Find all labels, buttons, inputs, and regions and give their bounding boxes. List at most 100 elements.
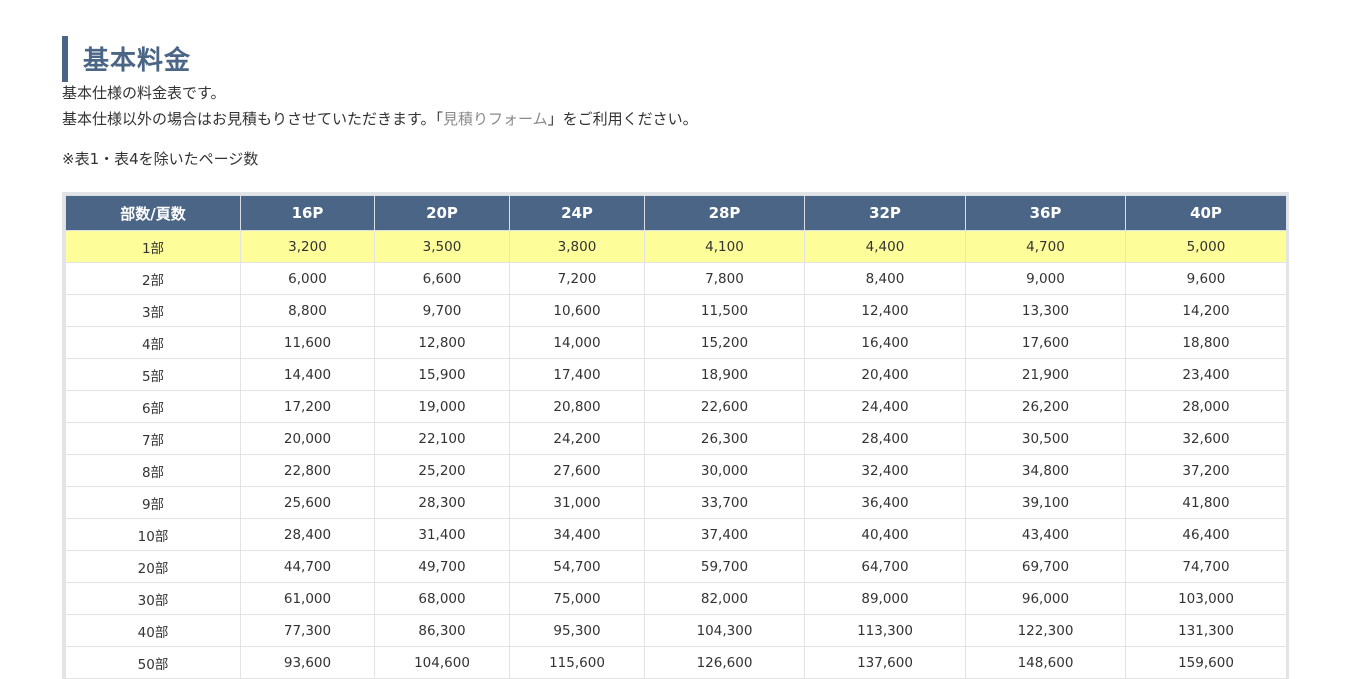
copies-cell: 30部	[65, 582, 241, 615]
price-cell: 37,400	[644, 518, 805, 551]
price-cell: 28,400	[240, 518, 375, 551]
price-cell: 104,600	[374, 646, 510, 679]
table-row: 7部 20,000 22,100 24,200 26,300 28,400 30,500 32…	[65, 422, 1287, 455]
price-cell: 24,400	[804, 390, 966, 423]
price-cell: 39,100	[965, 486, 1126, 519]
price-cell: 12,400	[804, 294, 966, 327]
price-cell: 22,600	[644, 390, 805, 423]
price-table-container: 部数/頁数 16P 20P 24P 28P 32P 36P 40P 1部 3,200 3,500 3…	[62, 192, 1289, 679]
estimate-form-link[interactable]: 見積りフォーム	[443, 110, 548, 128]
price-cell: 17,400	[509, 358, 645, 391]
price-cell: 69,700	[965, 550, 1126, 583]
price-cell: 15,900	[374, 358, 510, 391]
copies-cell: 2部	[65, 262, 241, 295]
copies-cell: 10部	[65, 518, 241, 551]
table-row: 3部 8,800 9,700 10,600 11,500 12,400 13,300 14,2…	[65, 294, 1287, 327]
price-cell: 34,800	[965, 454, 1126, 487]
table-row: 30部 61,000 68,000 75,000 82,000 89,000 96,000 1…	[65, 582, 1287, 615]
header-pages: 36P	[965, 195, 1126, 231]
price-cell: 9,000	[965, 262, 1126, 295]
intro-line-1: 基本仕様の料金表です。	[62, 84, 226, 102]
price-cell: 23,400	[1125, 358, 1287, 391]
price-cell: 6,600	[374, 262, 510, 295]
price-cell: 16,400	[804, 326, 966, 359]
price-cell: 40,400	[804, 518, 966, 551]
price-cell: 104,300	[644, 614, 805, 647]
price-cell: 9,700	[374, 294, 510, 327]
page-title: 基本料金	[62, 35, 191, 82]
copies-cell: 8部	[65, 454, 241, 487]
price-cell: 64,700	[804, 550, 966, 583]
price-cell: 18,800	[1125, 326, 1287, 359]
price-cell: 49,700	[374, 550, 510, 583]
price-cell: 13,300	[965, 294, 1126, 327]
header-pages: 16P	[240, 195, 375, 231]
price-cell: 89,000	[804, 582, 966, 615]
price-cell: 26,300	[644, 422, 805, 455]
price-cell: 31,000	[509, 486, 645, 519]
price-cell: 7,800	[644, 262, 805, 295]
price-cell: 30,500	[965, 422, 1126, 455]
price-cell: 25,600	[240, 486, 375, 519]
price-cell: 31,400	[374, 518, 510, 551]
price-cell: 9,600	[1125, 262, 1287, 295]
price-cell: 103,000	[1125, 582, 1287, 615]
copies-cell: 9部	[65, 486, 241, 519]
price-cell: 82,000	[644, 582, 805, 615]
price-cell: 28,300	[374, 486, 510, 519]
price-cell: 95,300	[509, 614, 645, 647]
price-cell: 8,800	[240, 294, 375, 327]
copies-cell: 3部	[65, 294, 241, 327]
price-cell: 30,000	[644, 454, 805, 487]
price-cell: 75,000	[509, 582, 645, 615]
price-cell: 3,800	[509, 230, 645, 263]
table-row: 5部 14,400 15,900 17,400 18,900 20,400 21,900 23…	[65, 358, 1287, 391]
price-cell: 28,400	[804, 422, 966, 455]
copies-cell: 20部	[65, 550, 241, 583]
price-cell: 22,800	[240, 454, 375, 487]
price-cell: 20,400	[804, 358, 966, 391]
copies-cell: 1部	[65, 230, 241, 263]
price-cell: 14,400	[240, 358, 375, 391]
header-pages: 32P	[804, 195, 966, 231]
copies-cell: 7部	[65, 422, 241, 455]
price-cell: 6,000	[240, 262, 375, 295]
price-cell: 14,200	[1125, 294, 1287, 327]
price-cell: 17,600	[965, 326, 1126, 359]
price-cell: 20,800	[509, 390, 645, 423]
price-cell: 3,500	[374, 230, 510, 263]
header-pages: 24P	[509, 195, 645, 231]
page-count-note: ※表1・表4を除いたページ数	[62, 150, 259, 168]
price-cell: 19,000	[374, 390, 510, 423]
price-cell: 32,400	[804, 454, 966, 487]
price-cell: 7,200	[509, 262, 645, 295]
intro-text: 基本仕様の料金表です。 基本仕様以外の場合はお見積もりさせていただきます。「見積…	[62, 80, 698, 132]
price-cell: 15,200	[644, 326, 805, 359]
price-cell: 11,600	[240, 326, 375, 359]
table-row: 10部 28,400 31,400 34,400 37,400 40,400 43,400 4…	[65, 518, 1287, 551]
price-cell: 28,000	[1125, 390, 1287, 423]
price-cell: 34,400	[509, 518, 645, 551]
price-cell: 148,600	[965, 646, 1126, 679]
price-cell: 32,600	[1125, 422, 1287, 455]
price-cell: 36,400	[804, 486, 966, 519]
header-pages: 20P	[374, 195, 510, 231]
copies-cell: 5部	[65, 358, 241, 391]
price-cell: 4,100	[644, 230, 805, 263]
copies-cell: 50部	[65, 646, 241, 679]
price-cell: 68,000	[374, 582, 510, 615]
header-copies-pages: 部数/頁数	[65, 195, 241, 231]
price-cell: 5,000	[1125, 230, 1287, 263]
header-pages: 28P	[644, 195, 805, 231]
table-header-row: 部数/頁数 16P 20P 24P 28P 32P 36P 40P	[65, 195, 1287, 231]
price-cell: 122,300	[965, 614, 1126, 647]
intro-line-2-prefix: 基本仕様以外の場合はお見積もりさせていただきます。「	[62, 110, 444, 128]
price-table: 部数/頁数 16P 20P 24P 28P 32P 36P 40P 1部 3,200 3,500 3…	[65, 195, 1287, 679]
copies-cell: 6部	[65, 390, 241, 423]
price-cell: 4,700	[965, 230, 1126, 263]
price-cell: 24,200	[509, 422, 645, 455]
price-cell: 54,700	[509, 550, 645, 583]
price-cell: 8,400	[804, 262, 966, 295]
price-cell: 159,600	[1125, 646, 1287, 679]
price-cell: 10,600	[509, 294, 645, 327]
